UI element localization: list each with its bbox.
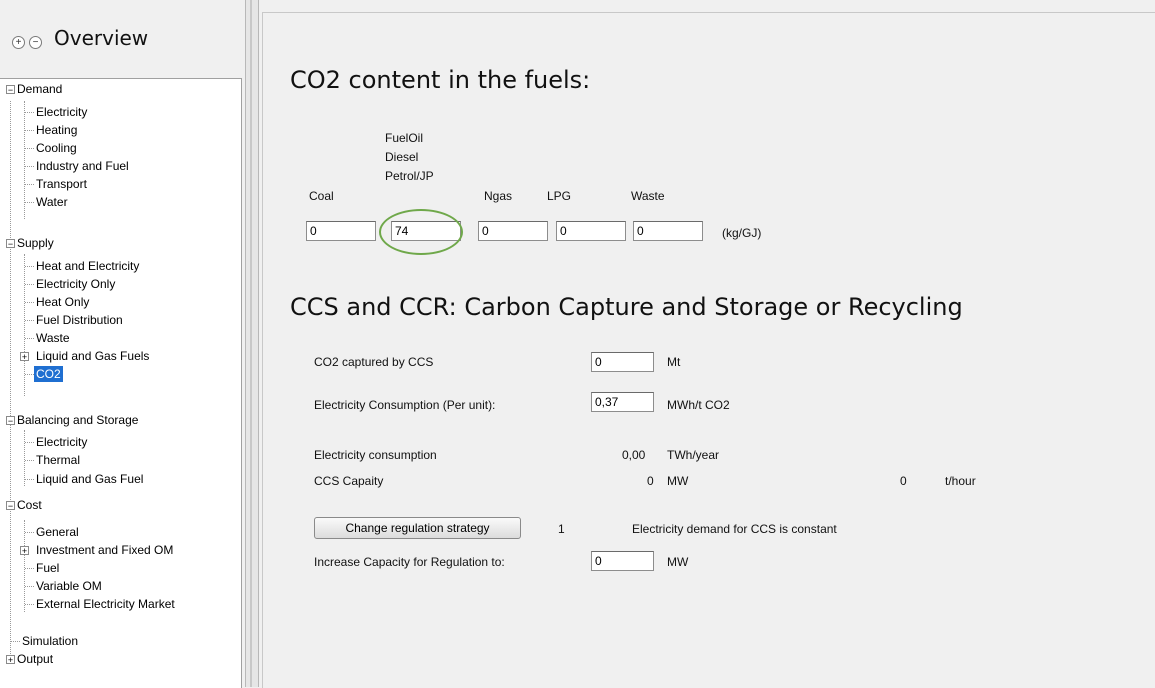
- co2-unit-label: (kg/GJ): [722, 226, 762, 240]
- column-header-lpg: LPG: [547, 189, 572, 203]
- content-panel: [262, 12, 1155, 688]
- overview-title: Overview: [54, 26, 149, 50]
- tree-item-thermal[interactable]: Thermal: [36, 451, 80, 469]
- waste-co2-input[interactable]: [633, 221, 703, 241]
- regulation-strategy-description: Electricity demand for CCS is constant: [632, 522, 837, 536]
- coal-co2-input[interactable]: [306, 221, 376, 241]
- co2-captured-unit: Mt: [667, 355, 681, 369]
- tree-item-cost[interactable]: Cost: [17, 496, 42, 514]
- tree-item-liquid-and-gas-fuels[interactable]: Liquid and Gas Fuels: [36, 347, 149, 365]
- co2-captured-label: CO2 captured by CCS: [314, 355, 434, 369]
- tree-item-heating[interactable]: Heating: [36, 121, 77, 139]
- tree-item-supply[interactable]: Supply: [17, 234, 54, 252]
- collapse-toggle-icon[interactable]: −: [6, 239, 15, 249]
- tree-item-waste[interactable]: Waste: [36, 329, 70, 347]
- tree-item-fuel[interactable]: Fuel: [36, 559, 59, 577]
- collapse-toggle-icon[interactable]: −: [6, 416, 15, 426]
- tree-item-demand-electricity[interactable]: Electricity: [36, 103, 87, 121]
- electricity-consumption-per-unit-label: Electricity Consumption (Per unit):: [314, 398, 496, 412]
- increase-capacity-unit: MW: [667, 555, 689, 569]
- tree-item-industry-and-fuel[interactable]: Industry and Fuel: [36, 157, 129, 175]
- ccs-capacity-label: CCS Capaity: [314, 474, 384, 488]
- regulation-strategy-number: 1: [558, 522, 565, 536]
- tree-item-transport[interactable]: Transport: [36, 175, 87, 193]
- ccs-capacity-unit: MW: [667, 474, 689, 488]
- change-regulation-strategy-button[interactable]: Change regulation strategy: [314, 517, 521, 539]
- ccs-capacity-t-value: 0: [900, 474, 907, 488]
- electricity-consumption-label: Electricity consumption: [314, 448, 437, 462]
- collapse-all-button[interactable]: −: [29, 36, 42, 49]
- column-header-petrol: Petrol/JP: [385, 169, 434, 183]
- tree-item-cooling[interactable]: Cooling: [36, 139, 77, 157]
- navigation-panel: + − Overview − Demand Electricity Heatin…: [0, 0, 243, 688]
- expand-toggle-icon[interactable]: +: [6, 655, 15, 665]
- navigation-tree: − Demand Electricity Heating Cooling Ind…: [0, 78, 242, 688]
- electricity-consumption-per-unit-input[interactable]: [591, 392, 654, 412]
- tree-item-variable-om[interactable]: Variable OM: [36, 577, 102, 595]
- collapse-toggle-icon[interactable]: −: [6, 85, 15, 95]
- tree-guide-line: [24, 430, 25, 486]
- tree-item-investment-and-fixed-om[interactable]: Investment and Fixed OM: [36, 541, 173, 559]
- increase-capacity-input[interactable]: [591, 551, 654, 571]
- tree-item-water[interactable]: Water: [36, 193, 68, 211]
- expand-toggle-icon[interactable]: +: [20, 352, 29, 362]
- collapse-toggle-icon[interactable]: −: [6, 501, 15, 511]
- column-header-ngas: Ngas: [484, 189, 513, 203]
- ccs-capacity-value: 0: [647, 474, 654, 488]
- expand-toggle-icon[interactable]: +: [20, 546, 29, 556]
- tree-guide-line: [10, 101, 11, 656]
- lpg-co2-input[interactable]: [556, 221, 626, 241]
- co2-section-title: CO2 content in the fuels:: [290, 66, 591, 94]
- oil-co2-input[interactable]: [391, 221, 461, 241]
- tree-item-heat-only[interactable]: Heat Only: [36, 293, 89, 311]
- increase-capacity-label: Increase Capacity for Regulation to:: [314, 555, 505, 569]
- tree-item-co2-selected[interactable]: CO2: [34, 366, 63, 382]
- overview-header: + − Overview: [0, 12, 243, 70]
- tree-item-liquid-and-gas-fuel[interactable]: Liquid and Gas Fuel: [36, 470, 143, 488]
- tree-item-heat-and-electricity[interactable]: Heat and Electricity: [36, 257, 139, 275]
- tree-item-simulation[interactable]: Simulation: [22, 632, 78, 650]
- ngas-co2-input[interactable]: [478, 221, 548, 241]
- ccs-section-title: CCS and CCR: Carbon Capture and Storage …: [290, 293, 963, 321]
- electricity-consumption-per-unit-unit: MWh/t CO2: [667, 398, 730, 412]
- column-header-fueloil: FuelOil: [385, 131, 424, 145]
- tree-item-demand[interactable]: Demand: [17, 80, 62, 98]
- panel-splitter[interactable]: [245, 0, 259, 687]
- tree-item-external-electricity-market[interactable]: External Electricity Market: [36, 595, 175, 613]
- tree-item-fuel-distribution[interactable]: Fuel Distribution: [36, 311, 123, 329]
- co2-captured-input[interactable]: [591, 352, 654, 372]
- tree-guide-line: [24, 520, 25, 612]
- column-header-coal: Coal: [309, 189, 334, 203]
- electricity-consumption-unit: TWh/year: [667, 448, 720, 462]
- column-header-waste: Waste: [631, 189, 665, 203]
- ccs-capacity-t-unit: t/hour: [945, 474, 976, 488]
- tree-item-electricity-only[interactable]: Electricity Only: [36, 275, 115, 293]
- tree-item-balancing-electricity[interactable]: Electricity: [36, 433, 87, 451]
- electricity-consumption-value: 0,00: [622, 448, 646, 462]
- column-header-diesel: Diesel: [385, 150, 419, 164]
- expand-all-button[interactable]: +: [12, 36, 25, 49]
- tree-item-general[interactable]: General: [36, 523, 79, 541]
- tree-item-output[interactable]: Output: [17, 650, 53, 668]
- tree-item-balancing-and-storage[interactable]: Balancing and Storage: [17, 411, 138, 429]
